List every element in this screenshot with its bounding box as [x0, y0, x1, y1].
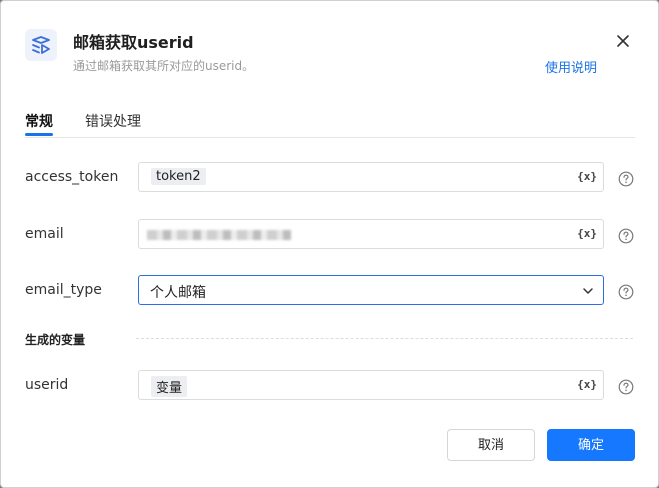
userid-label: userid — [25, 377, 69, 393]
active-tab-indicator — [25, 133, 53, 136]
tab-general[interactable]: 常规 — [25, 111, 53, 131]
email-label: email — [25, 226, 64, 242]
dialog-title: 邮箱获取userid — [73, 33, 194, 52]
access-token-value-tag: token2 — [151, 168, 206, 185]
tab-bar: 常规 错误处理 — [25, 111, 635, 138]
help-icon[interactable] — [618, 284, 634, 300]
userid-field[interactable]: 变量 {x} — [138, 370, 604, 400]
variable-insert-button[interactable]: {x} — [577, 378, 597, 391]
dialog-subtitle: 通过邮箱获取其所对应的userid。 — [73, 59, 255, 73]
variable-insert-button[interactable]: {x} — [577, 227, 597, 240]
email-type-select[interactable]: 个人邮箱 — [138, 275, 604, 305]
access-token-field[interactable]: token2 {x} — [138, 162, 604, 192]
userid-value-tag: 变量 — [151, 376, 188, 397]
redacted-email-value — [147, 230, 291, 240]
output-section-title: 生成的变量 — [25, 333, 86, 347]
layers-icon — [32, 36, 50, 54]
access-token-label: access_token — [25, 169, 119, 185]
email-field[interactable]: {x} — [138, 219, 604, 249]
dialog: 邮箱获取userid 通过邮箱获取其所对应的userid。 使用说明 常规 错误… — [0, 0, 659, 488]
chevron-down-icon — [583, 288, 593, 294]
email-type-selected-value: 个人邮箱 — [150, 285, 206, 301]
close-icon[interactable] — [613, 31, 633, 51]
app-icon — [25, 29, 57, 61]
email-type-label: email_type — [25, 282, 102, 298]
tab-error-handling[interactable]: 错误处理 — [85, 111, 141, 131]
cancel-button[interactable]: 取消 — [447, 429, 535, 461]
help-link[interactable]: 使用说明 — [545, 57, 597, 76]
help-icon[interactable] — [618, 228, 634, 244]
help-icon[interactable] — [618, 379, 634, 395]
section-divider — [136, 338, 633, 339]
ok-button[interactable]: 确定 — [547, 429, 635, 461]
help-icon[interactable] — [618, 171, 634, 187]
variable-insert-button[interactable]: {x} — [577, 170, 597, 183]
